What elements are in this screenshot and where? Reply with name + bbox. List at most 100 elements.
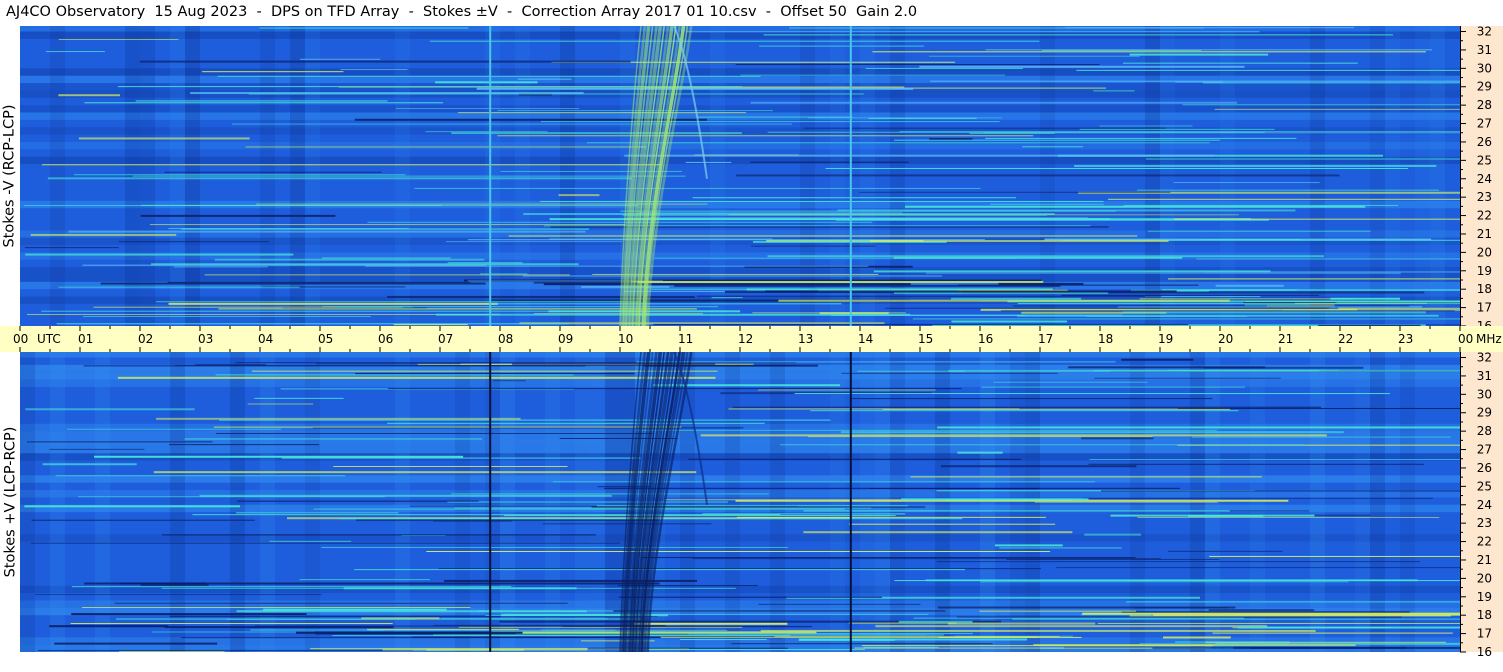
interference-line bbox=[367, 221, 873, 223]
frequency-tick-label: 30 bbox=[1477, 387, 1492, 401]
interference-line bbox=[937, 426, 1460, 429]
interference-line bbox=[37, 649, 413, 651]
utc-tick-label: 01 bbox=[78, 332, 93, 346]
frequency-tick-label: 28 bbox=[1477, 98, 1492, 112]
interference-line bbox=[168, 302, 498, 305]
interference-line bbox=[950, 297, 1082, 300]
interference-line bbox=[24, 505, 241, 508]
interference-line bbox=[192, 514, 781, 516]
interference-line bbox=[269, 540, 352, 542]
vertical-event-line bbox=[849, 352, 852, 652]
interference-line bbox=[1209, 555, 1460, 557]
frequency-tick-label: 19 bbox=[1477, 264, 1492, 278]
utc-tick-label: 09 bbox=[558, 332, 573, 346]
interference-line bbox=[489, 631, 817, 634]
utc-tick-label: 23 bbox=[1398, 332, 1413, 346]
interference-line bbox=[512, 362, 716, 365]
interference-line bbox=[215, 432, 654, 434]
interference-line bbox=[77, 496, 385, 498]
background-band bbox=[20, 112, 1460, 120]
interference-line bbox=[936, 561, 1421, 563]
interference-line bbox=[635, 429, 1217, 431]
background-column bbox=[20, 352, 35, 652]
interference-line bbox=[49, 448, 145, 450]
frequency-axis-top: 1617181920212223242526272829303132 bbox=[1460, 25, 1503, 333]
interference-line bbox=[969, 132, 1055, 134]
interference-line bbox=[214, 258, 485, 261]
interference-line bbox=[1204, 271, 1460, 273]
interference-line bbox=[543, 283, 911, 286]
interference-line bbox=[1137, 516, 1440, 518]
utc-tick-label: 08 bbox=[498, 332, 513, 346]
interference-line bbox=[779, 444, 1305, 446]
interference-line bbox=[254, 397, 344, 399]
interference-line bbox=[905, 205, 1366, 208]
interference-line bbox=[56, 323, 569, 325]
interference-line bbox=[750, 161, 909, 163]
utc-tick-label: 20 bbox=[1218, 332, 1233, 346]
interference-line bbox=[760, 629, 1316, 632]
interference-line bbox=[315, 363, 461, 365]
interference-line bbox=[67, 428, 282, 430]
interference-line bbox=[58, 94, 120, 97]
interference-line bbox=[728, 408, 1020, 410]
interference-line bbox=[919, 65, 1245, 68]
interference-line bbox=[653, 323, 1189, 325]
interference-line bbox=[140, 214, 336, 217]
interference-line bbox=[1162, 636, 1231, 639]
frequency-tick-label: 24 bbox=[1477, 498, 1492, 512]
interference-line bbox=[49, 625, 169, 628]
spectrogram-bottom-svg bbox=[20, 352, 1460, 652]
interference-line bbox=[558, 194, 600, 197]
utc-tick-label: 13 bbox=[798, 332, 813, 346]
background-column bbox=[170, 352, 185, 652]
interference-line bbox=[1145, 158, 1460, 160]
background-band bbox=[20, 156, 1460, 165]
interference-line bbox=[913, 617, 1244, 619]
interference-line bbox=[78, 137, 250, 140]
top-panel-ylabel: Stokes -V (RCP-LCP) bbox=[0, 26, 20, 326]
interference-line bbox=[175, 365, 796, 367]
interference-line bbox=[447, 262, 523, 264]
interference-line bbox=[1152, 647, 1316, 649]
interference-line bbox=[1205, 641, 1446, 643]
interference-line bbox=[132, 175, 686, 177]
interference-line bbox=[1178, 407, 1460, 409]
interference-line bbox=[1110, 514, 1315, 517]
interference-line bbox=[491, 303, 842, 305]
interference-line bbox=[1167, 550, 1283, 552]
interference-line bbox=[851, 398, 1213, 400]
frequency-axis-top-svg: 1617181920212223242526272829303132 bbox=[1460, 25, 1492, 333]
interference-line bbox=[433, 634, 944, 636]
interference-line bbox=[810, 410, 1239, 412]
interference-line bbox=[1139, 298, 1354, 300]
frequency-tick-label: 24 bbox=[1477, 172, 1492, 186]
interference-line bbox=[355, 373, 635, 375]
interference-line bbox=[654, 257, 1018, 259]
interference-line bbox=[119, 241, 269, 243]
interference-line bbox=[313, 508, 845, 510]
frequency-tick-label: 21 bbox=[1477, 553, 1492, 567]
utc-tick-label: 21 bbox=[1278, 332, 1293, 346]
interference-line bbox=[636, 361, 1116, 363]
interference-line bbox=[248, 93, 864, 95]
utc-unit-label: UTC bbox=[37, 332, 61, 346]
interference-line bbox=[23, 205, 638, 207]
interference-line bbox=[1129, 615, 1451, 617]
interference-line bbox=[688, 458, 1021, 460]
interference-line bbox=[604, 487, 1180, 489]
utc-time-axis: 00 01 02 03 04 05 06 07 08 09 10 11 12 13 14 15 16 17 18 19… bbox=[0, 326, 1503, 352]
interference-line bbox=[803, 510, 1230, 512]
interference-line bbox=[740, 74, 1006, 76]
interference-line bbox=[382, 648, 588, 651]
interference-line bbox=[70, 623, 393, 625]
interference-line bbox=[825, 167, 1409, 169]
interference-line bbox=[980, 581, 1349, 583]
utc-tick-label: 02 bbox=[138, 332, 153, 346]
interference-line bbox=[94, 455, 464, 458]
frequency-tick-label: 19 bbox=[1477, 590, 1492, 604]
interference-line bbox=[613, 610, 946, 612]
interference-line bbox=[1215, 284, 1284, 287]
interference-line bbox=[875, 625, 1268, 628]
background-band bbox=[20, 105, 1460, 113]
